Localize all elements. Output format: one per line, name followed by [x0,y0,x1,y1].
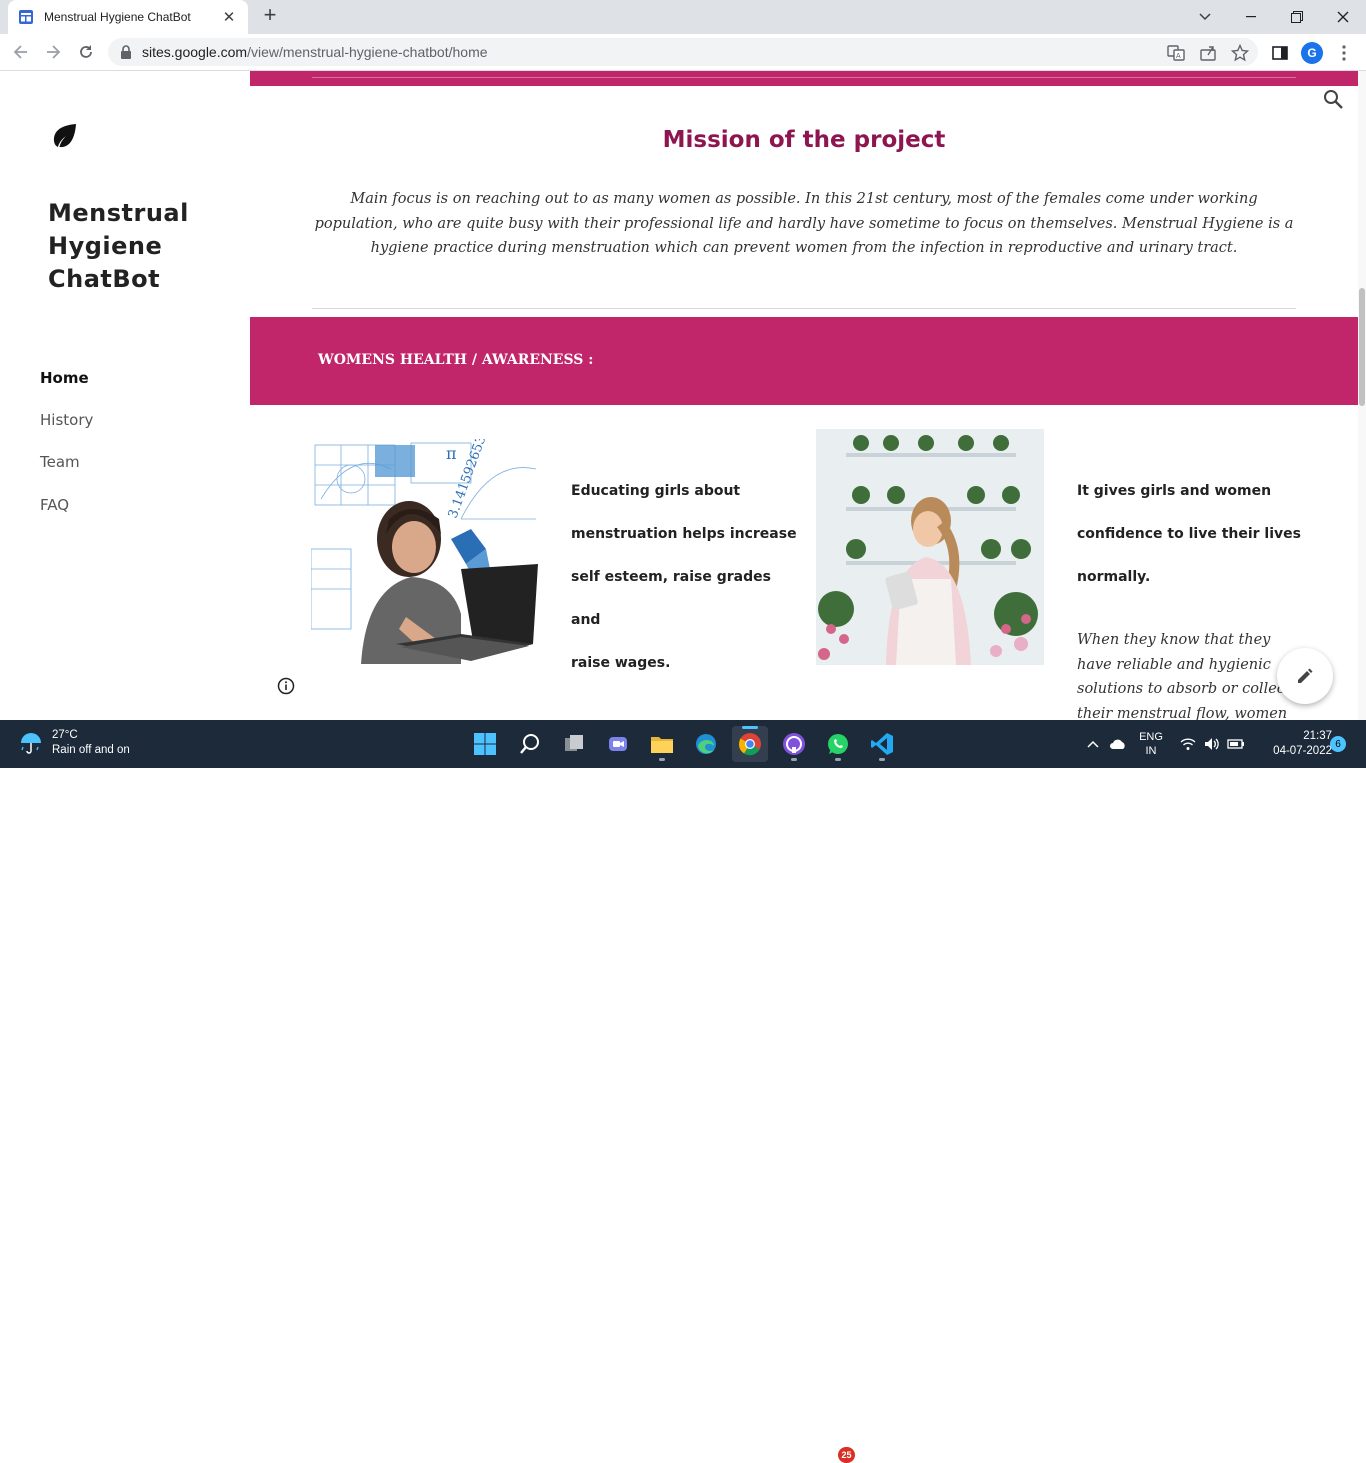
volume-icon[interactable] [1202,720,1222,768]
scrollbar-thumb[interactable] [1359,288,1365,406]
weather-widget[interactable]: 27°C Rain off and on [18,728,130,758]
top-accent-band [250,71,1358,86]
lock-icon [121,45,131,59]
browser-tab-strip: Menstrual Hygiene ChatBot ✕ + [0,0,1366,34]
caption-confidence: It gives girls and women confidence to l… [1077,483,1301,585]
umbrella-rain-icon [21,733,41,754]
temperature: 27°C [52,729,78,741]
translate-icon[interactable]: A [1166,43,1186,63]
caption-educating-girls: Educating girls about menstruation helps… [571,483,797,671]
task-view-icon [565,735,583,751]
awareness-banner: WOMENS HEALTH / AWARENESS : [250,317,1358,405]
forward-button[interactable] [41,40,65,64]
minimize-button[interactable] [1228,0,1274,34]
leaf-logo-icon[interactable] [52,123,78,149]
system-clock[interactable]: 21:37 04-07-2022 [1252,729,1332,759]
notification-count-badge[interactable]: 6 [1330,736,1346,752]
windows-logo-icon [474,733,496,755]
tab-title: Menstrual Hygiene ChatBot [44,10,191,24]
battery-icon[interactable] [1226,720,1246,768]
edit-button[interactable] [1277,648,1333,704]
share-icon[interactable] [1198,43,1218,63]
main-content: Mission of the project Main focus is on … [250,71,1358,720]
github-icon [783,733,805,755]
nav-item-faq[interactable]: FAQ [40,496,69,514]
reload-button[interactable] [74,40,98,64]
whatsapp-button[interactable] [820,726,856,762]
vscode-button[interactable] [864,726,900,762]
svg-text:A: A [1176,53,1181,60]
folder-icon [651,737,673,753]
task-view-button[interactable] [556,726,592,762]
tab-search-chevron-icon[interactable] [1182,0,1228,34]
close-tab-icon[interactable]: ✕ [220,8,238,26]
whatsapp-unread-badge: 25 [838,1447,855,1463]
woman-in-flower-shop-image [816,429,1044,665]
info-icon[interactable] [277,677,295,695]
back-button[interactable] [9,40,33,64]
start-button[interactable] [467,726,503,762]
web-page: Menstrual Hygiene ChatBot Home History T… [0,71,1366,720]
nav-item-history[interactable]: History [40,411,93,429]
arrow-right-icon [47,45,61,59]
github-desktop-button[interactable] [776,726,812,762]
browser-toolbar: sites.google.com/view/menstrual-hygiene-… [0,34,1366,71]
new-tab-button[interactable]: + [258,4,282,28]
google-sites-icon [19,10,33,24]
mission-heading: Mission of the project [662,127,946,153]
wifi-icon[interactable] [1178,720,1198,768]
search-icon [520,734,539,754]
arrow-left-icon [13,45,27,59]
svg-text:π: π [446,444,457,463]
close-window-button[interactable] [1320,0,1366,34]
whatsapp-icon [828,734,848,754]
search-icon[interactable] [1322,88,1344,110]
site-sidebar: Menstrual Hygiene ChatBot Home History T… [0,71,250,720]
weather-text: Rain off and on [52,744,130,756]
show-hidden-icons-chevron[interactable] [1082,720,1104,768]
restore-button[interactable] [1274,0,1320,34]
pencil-icon [1298,668,1313,683]
teams-chat-icon [609,737,627,751]
site-title[interactable]: Menstrual Hygiene ChatBot [48,197,238,296]
onedrive-cloud-icon[interactable] [1106,720,1130,768]
vscode-icon [871,733,893,755]
mission-paragraph: Main focus is on reaching out to as many… [314,191,1294,256]
awareness-heading: WOMENS HEALTH / AWARENESS : [318,352,594,368]
address-bar[interactable]: sites.google.com/view/menstrual-hygiene-… [108,38,1258,66]
reload-icon [80,45,92,58]
browser-tab[interactable]: Menstrual Hygiene ChatBot ✕ [8,0,248,34]
menu-kebab-icon[interactable] [1334,43,1354,63]
file-explorer-button[interactable] [644,726,680,762]
girl-with-laptop-image: 3.14159265389 π [311,439,538,664]
chrome-browser-button[interactable] [732,726,768,762]
edge-icon [696,734,716,754]
url-text: sites.google.com/view/menstrual-hygiene-… [142,44,488,60]
chrome-icon [738,733,761,756]
profile-avatar[interactable]: G [1301,42,1323,64]
teams-chat-button[interactable] [600,726,636,762]
side-panel-icon[interactable] [1270,43,1290,63]
section-divider [312,308,1296,309]
edge-browser-button[interactable] [688,726,724,762]
reliable-solutions-paragraph: When they know that they have reliable a… [1077,632,1291,720]
input-language-indicator[interactable]: ENG IN [1134,720,1168,768]
taskbar-search-button[interactable] [512,726,548,762]
windows-taskbar: 27°C Rain off and on 25 ENG IN 21:37 04-… [0,720,1366,1463]
nav-item-team[interactable]: Team [40,453,80,471]
nav-item-home[interactable]: Home [40,369,89,387]
bookmark-star-icon[interactable] [1230,43,1250,63]
